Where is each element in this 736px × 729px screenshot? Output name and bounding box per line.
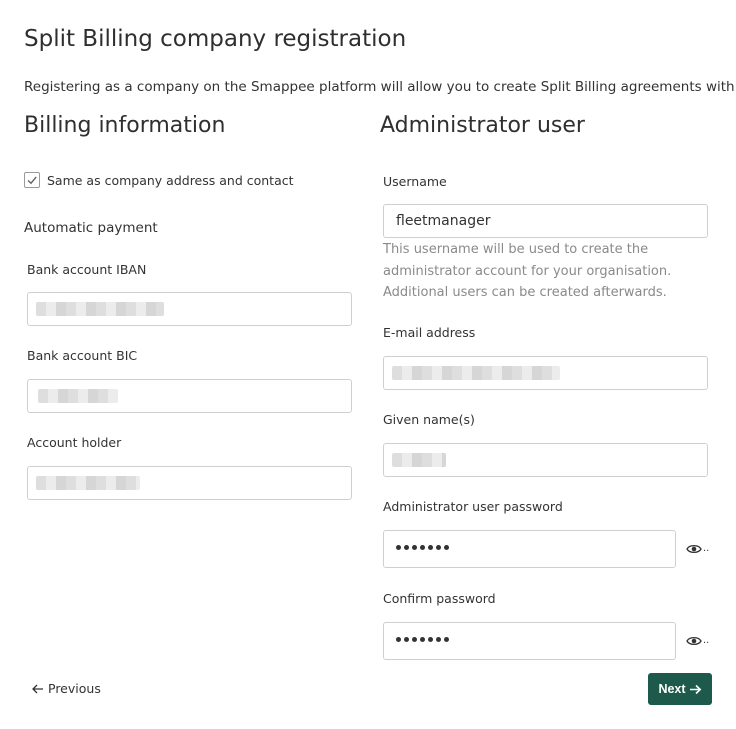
confirm-password-label: Confirm password bbox=[383, 591, 496, 606]
iban-label: Bank account IBAN bbox=[27, 262, 147, 277]
bic-input[interactable] bbox=[27, 379, 352, 413]
previous-link[interactable]: Previous bbox=[32, 681, 101, 696]
previous-label: Previous bbox=[48, 681, 101, 696]
username-label: Username bbox=[383, 174, 447, 189]
username-input[interactable]: fleetmanager bbox=[383, 204, 708, 238]
billing-section-title: Billing information bbox=[24, 113, 226, 138]
arrow-right-icon bbox=[689, 684, 701, 694]
confirm-password-mask bbox=[396, 632, 449, 642]
redacted-value bbox=[36, 302, 164, 316]
next-button[interactable]: Next bbox=[648, 673, 712, 705]
page-title: Split Billing company registration bbox=[24, 26, 407, 52]
automatic-payment-heading: Automatic payment bbox=[24, 220, 158, 236]
redacted-value bbox=[38, 389, 118, 403]
account-holder-input[interactable] bbox=[27, 466, 352, 500]
redacted-value bbox=[392, 453, 446, 467]
admin-section-title: Administrator user bbox=[380, 113, 585, 138]
password-mask bbox=[396, 540, 449, 550]
username-value: fleetmanager bbox=[396, 213, 491, 229]
show-confirm-password-toggle[interactable]: .. bbox=[686, 634, 710, 648]
given-name-label: Given name(s) bbox=[383, 412, 475, 427]
next-label: Next bbox=[658, 682, 686, 696]
username-helper-text: This username will be used to create the… bbox=[383, 242, 672, 300]
eye-icon bbox=[686, 636, 702, 646]
check-icon bbox=[27, 176, 37, 185]
eye-overflow: .. bbox=[703, 543, 710, 554]
iban-input[interactable] bbox=[27, 292, 352, 326]
show-password-toggle[interactable]: .. bbox=[686, 542, 710, 556]
password-label: Administrator user password bbox=[383, 499, 563, 514]
same-as-company-label: Same as company address and contact bbox=[47, 172, 294, 188]
arrow-left-icon bbox=[32, 684, 43, 693]
account-holder-label: Account holder bbox=[27, 435, 122, 450]
eye-icon bbox=[686, 544, 702, 554]
same-as-company-checkbox[interactable] bbox=[24, 172, 40, 188]
intro-text: Registering as a company on the Smappee … bbox=[24, 79, 736, 95]
given-name-input[interactable] bbox=[383, 443, 708, 477]
email-label: E-mail address bbox=[383, 325, 476, 340]
same-as-company-option[interactable]: Same as company address and contact bbox=[24, 172, 294, 188]
bic-label: Bank account BIC bbox=[27, 348, 138, 363]
confirm-password-input[interactable] bbox=[383, 622, 676, 660]
redacted-value bbox=[392, 366, 560, 380]
redacted-value bbox=[36, 476, 140, 490]
password-input[interactable] bbox=[383, 530, 676, 568]
eye-overflow: .. bbox=[703, 635, 710, 646]
email-input[interactable] bbox=[383, 356, 708, 390]
